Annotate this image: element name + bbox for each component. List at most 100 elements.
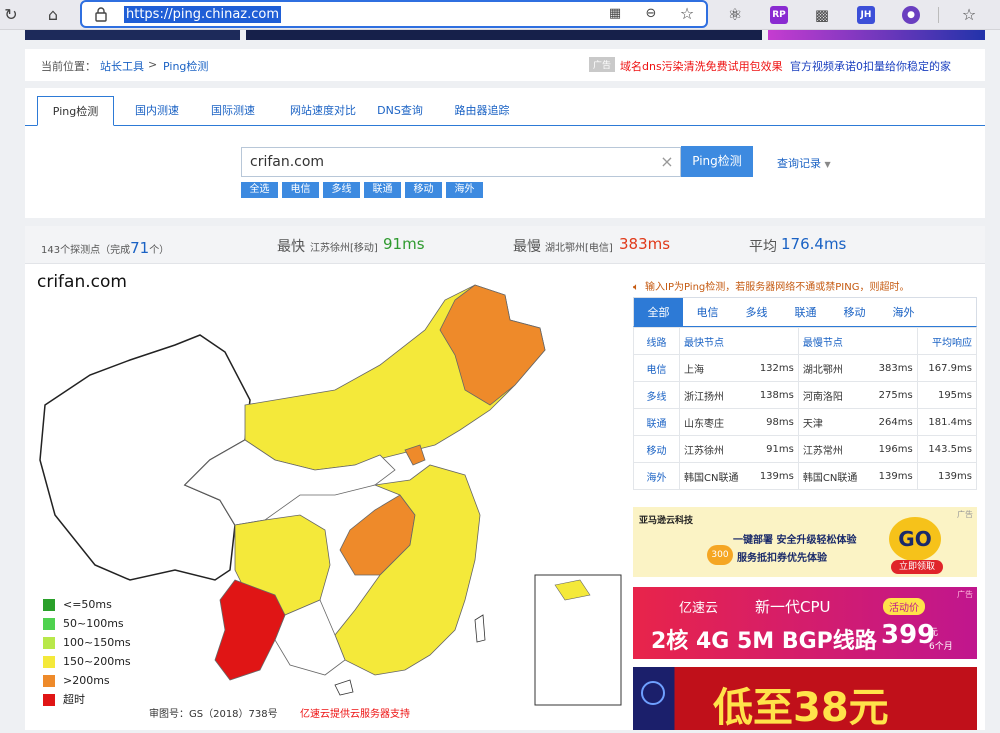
row-fast-ms: 139ms xyxy=(750,462,799,490)
ping-button[interactable]: Ping检测 xyxy=(681,146,753,177)
tool-tabs: Ping检测 国内测速 国际测速 网站速度对比 DNS查询 路由器追踪 xyxy=(25,96,985,126)
results-tab-multiline[interactable]: 多线 xyxy=(732,298,781,327)
legend-swatch xyxy=(43,618,55,630)
lock-icon xyxy=(94,6,108,22)
extension-rp-icon[interactable]: RP xyxy=(770,6,788,24)
favorite-add-icon[interactable]: ☆ xyxy=(676,3,698,25)
ad-yisu-cpu[interactable]: 广告 亿速云 新一代CPU 活动价 2核 4G 5M BGP线路 399 元 6… xyxy=(633,587,977,659)
results-tab-overseas[interactable]: 海外 xyxy=(879,298,928,327)
legend-label: 100~150ms xyxy=(63,636,131,649)
ad-low-price[interactable]: 低至38元 xyxy=(633,667,977,731)
average-value: 176.4ms xyxy=(781,235,847,253)
favorites-icon[interactable]: ☆ xyxy=(958,4,980,26)
row-line[interactable]: 联通 xyxy=(633,408,680,436)
results-tab-all[interactable]: 全部 xyxy=(634,298,683,327)
legend-label: 50~100ms xyxy=(63,617,124,630)
row-avg: 181.4ms xyxy=(916,408,978,436)
row-slow-node: 韩国CN联通 xyxy=(797,462,870,490)
tab-international-speed[interactable]: 国际测速 xyxy=(197,96,269,126)
results-tab-telecom[interactable]: 电信 xyxy=(683,298,732,327)
map-approval-number: 审图号：GS（2018）738号 xyxy=(149,709,278,720)
row-slow-ms: 264ms xyxy=(869,408,918,436)
row-slow-node: 天津 xyxy=(797,408,870,436)
filter-telecom[interactable]: 电信 xyxy=(282,182,319,198)
fastest-value: 91ms xyxy=(383,235,425,253)
filter-overseas[interactable]: 海外 xyxy=(446,182,483,198)
grid-icon[interactable]: ▦ xyxy=(604,3,626,25)
tab-ping[interactable]: Ping检测 xyxy=(37,96,114,126)
row-line[interactable]: 电信 xyxy=(633,354,680,382)
row-fast-ms: 132ms xyxy=(750,354,799,382)
top-banner-ad-right[interactable] xyxy=(768,30,985,40)
table-row: 海外 韩国CN联通 139ms 韩国CN联通 139ms 139ms xyxy=(633,462,978,490)
filter-all[interactable]: 全选 xyxy=(241,182,278,198)
legend-swatch xyxy=(43,599,55,611)
slowest-node: 湖北鄂州[电信] xyxy=(545,243,613,254)
row-slow-ms: 275ms xyxy=(869,381,918,409)
ad1-line2: 服务抵扣券优先体验 xyxy=(737,553,827,564)
map-region-yunnan xyxy=(214,579,286,681)
filter-unicom[interactable]: 联通 xyxy=(364,182,401,198)
ad2-unit: 元 xyxy=(929,628,939,638)
query-history-link[interactable]: 查询记录 ▼ xyxy=(777,155,831,171)
table-row: 联通 山东枣庄 98ms 天津 264ms 181.4ms xyxy=(633,408,978,436)
legend-item: <=50ms xyxy=(43,598,131,612)
extension-jh-icon[interactable]: JH xyxy=(857,6,875,24)
row-line[interactable]: 海外 xyxy=(633,462,680,490)
legend-item: >200ms xyxy=(43,674,131,688)
url-text[interactable]: https://ping.chinaz.com xyxy=(124,6,282,23)
nodes-count: 143个探测点（完成71个） xyxy=(41,239,169,257)
fastest-node: 江苏徐州[移动] xyxy=(310,243,378,254)
breadcrumb-tools-link[interactable]: 站长工具 xyxy=(100,58,144,74)
ad2-period: 6个月 xyxy=(929,642,953,652)
row-slow-node: 湖北鄂州 xyxy=(797,354,870,382)
ad-link-video[interactable]: 官方视频承诺0扣量给你稳定的家 xyxy=(790,58,951,74)
extension-circle-icon[interactable]: ● xyxy=(902,6,920,24)
row-line[interactable]: 移动 xyxy=(633,435,680,463)
ad1-go-badge: GO xyxy=(889,517,941,561)
row-fast-node: 山东枣庄 xyxy=(679,408,751,436)
results-content: crifan.com <=50ms 50~100ms 100~150ms 150… xyxy=(25,264,985,731)
results-tabs: 全部 电信 多线 联通 移动 海外 xyxy=(633,297,977,327)
tab-domestic-speed[interactable]: 国内测速 xyxy=(121,96,193,126)
top-banner-ad-center[interactable] xyxy=(246,30,762,40)
ad1-line1: 一键部署 安全升级轻松体验 xyxy=(733,535,857,546)
legend-label: 超时 xyxy=(63,693,85,706)
row-fast-node: 上海 xyxy=(679,354,751,382)
legend-swatch xyxy=(43,656,55,668)
filter-multiline[interactable]: 多线 xyxy=(323,182,360,198)
ad1-brand: 亚马逊云科技 xyxy=(639,516,694,526)
tab-dns-query[interactable]: DNS查询 xyxy=(373,96,427,126)
map-legend: <=50ms 50~100ms 100~150ms 150~200ms >200… xyxy=(43,598,131,707)
ad1-cta: 立即领取 xyxy=(891,560,943,574)
legend-swatch xyxy=(43,675,55,687)
slowest-value: 383ms xyxy=(619,235,671,253)
tab-speed-compare[interactable]: 网站速度对比 xyxy=(273,96,373,126)
row-fast-node: 浙江扬州 xyxy=(679,381,751,409)
ad1-coupon-badge: 300 xyxy=(707,545,733,565)
clear-icon[interactable]: × xyxy=(657,150,677,174)
zoom-out-icon[interactable]: ⊖ xyxy=(640,3,662,25)
row-avg: 167.9ms xyxy=(916,354,978,382)
ad-aws[interactable]: 亚马逊云科技 广告 一键部署 安全升级轻松体验 服务抵扣券优先体验 300 GO… xyxy=(633,507,977,577)
browser-toolbar: ↻ ⌂ https://ping.chinaz.com ▦ ⊖ ☆ ⚛ RP ▩… xyxy=(0,0,1000,30)
legend-item: 超时 xyxy=(43,693,131,707)
react-icon[interactable]: ⚛ xyxy=(724,4,746,26)
filter-mobile[interactable]: 移动 xyxy=(405,182,442,198)
address-bar[interactable]: https://ping.chinaz.com ▦ ⊖ ☆ xyxy=(80,0,708,28)
reload-icon[interactable]: ↻ xyxy=(0,4,22,26)
row-avg: 195ms xyxy=(916,381,978,409)
results-tab-unicom[interactable]: 联通 xyxy=(781,298,830,327)
sponsor-link[interactable]: 亿速云提供云服务器支持 xyxy=(300,705,410,720)
top-banner-ad-left[interactable] xyxy=(25,30,240,40)
qrcode-icon[interactable]: ▩ xyxy=(811,4,833,26)
tab-traceroute[interactable]: 路由器追踪 xyxy=(447,96,517,126)
ad-link-dns[interactable]: 域名dns污染清洗免费试用包效果 xyxy=(620,58,783,74)
search-input[interactable]: crifan.com xyxy=(241,147,681,177)
ad1-badge: 广告 xyxy=(957,510,973,519)
breadcrumb-ping-link[interactable]: Ping检测 xyxy=(163,58,208,74)
row-line[interactable]: 多线 xyxy=(633,381,680,409)
row-slow-node: 江苏常州 xyxy=(797,435,870,463)
home-icon[interactable]: ⌂ xyxy=(42,4,64,26)
results-tab-mobile[interactable]: 移动 xyxy=(830,298,879,327)
